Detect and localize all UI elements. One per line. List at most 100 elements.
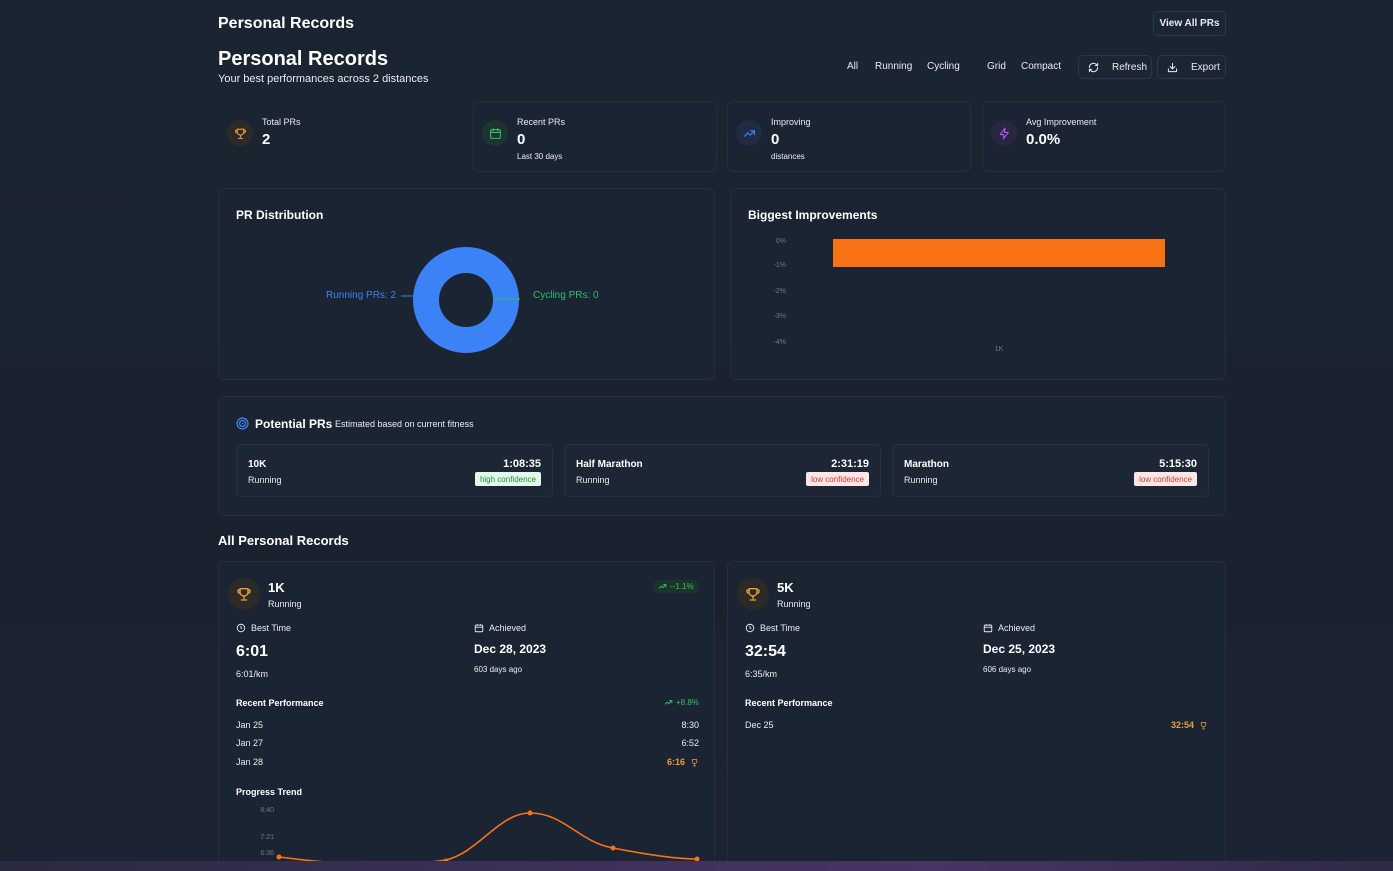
trophy-icon: [228, 578, 260, 610]
top-title: Personal Records: [218, 15, 355, 32]
record-card-5k[interactable]: 5K Running Best Time 32:54 6:35/km Achie…: [727, 561, 1226, 871]
stat-sub: distances: [771, 152, 805, 161]
record-sport: Running: [777, 599, 811, 609]
trophy-icon: [227, 120, 253, 146]
filter-running-button[interactable]: Running: [875, 61, 912, 72]
achieved-label: Achieved: [983, 623, 1035, 633]
trend-value: --1.1%: [670, 582, 694, 591]
record-card-1k[interactable]: 1K Running --1.1% Best Time 6:01 6:01/km…: [218, 561, 715, 871]
recent-date: Dec 25: [745, 720, 774, 730]
recent-date: Jan 28: [236, 757, 264, 767]
target-icon: [236, 417, 249, 430]
potential-pr-sport: Running: [576, 475, 610, 485]
x-tick-label: 1K: [995, 346, 1004, 353]
record-distance: 5K: [777, 580, 794, 595]
export-button[interactable]: Export: [1157, 55, 1226, 79]
stat-card-total-prs: Total PRs 2: [218, 101, 462, 172]
recent-best-time: 6:16: [667, 757, 699, 767]
stat-card-recent-prs: Recent PRs 0 Last 30 days: [473, 101, 717, 172]
page-subtitle: Your best performances across 2 distance…: [218, 73, 429, 85]
recent-trend: +8.8%: [659, 696, 704, 709]
y-tick-label: -4%: [774, 339, 786, 346]
recent-performance-title: Recent Performance: [236, 698, 324, 708]
trend-badge: --1.1%: [653, 580, 699, 593]
y-tick-label: 7:21: [260, 834, 274, 841]
pr-distribution-chart: [401, 247, 520, 353]
progress-trend-chart: 8:40 7:21 6:36: [260, 807, 700, 866]
refresh-label: Refresh: [1112, 61, 1148, 73]
clock-icon: [236, 623, 246, 633]
pr-distribution-panel: PR Distribution Running PRs: 2 Cycling P…: [218, 188, 715, 380]
trend-point: [527, 810, 533, 816]
recent-time: 8:30: [681, 720, 699, 730]
stat-sub: Last 30 days: [517, 152, 563, 161]
recent-time: 32:54: [1170, 720, 1194, 730]
recent-time: 6:16: [666, 757, 685, 767]
record-distance: 1K: [268, 580, 285, 595]
stat-label: Avg Improvement: [1026, 117, 1097, 127]
download-icon: [1167, 62, 1178, 72]
pie-label-cycling: Cycling PRs: 0: [533, 290, 599, 301]
stat-label: Improving: [771, 117, 811, 127]
achieved-date: Dec 25, 2023: [983, 642, 1056, 656]
stat-value: 0: [517, 131, 526, 148]
y-tick-label: -3%: [774, 313, 786, 320]
stat-card-improving: Improving 0 distances: [727, 101, 971, 172]
improvements-chart: 0% -1% -2% -3% -4% 1K: [774, 238, 1165, 353]
stat-value: 2: [262, 131, 271, 148]
potential-prs-subtitle: Estimated based on current fitness: [335, 419, 474, 429]
pace-value: 6:35/km: [745, 669, 778, 679]
stat-value: 0.0%: [1026, 131, 1061, 148]
potential-pr-name: Marathon: [904, 459, 949, 470]
export-label: Export: [1191, 61, 1220, 73]
bottom-bar: [0, 861, 1393, 871]
trophy-icon: [1200, 721, 1207, 729]
view-all-prs-button[interactable]: View All PRs: [1153, 11, 1226, 36]
potential-pr-time: 2:31:19: [831, 458, 869, 470]
clock-icon: [745, 623, 755, 633]
best-time-label: Best Time: [745, 623, 800, 633]
filter-cycling-button[interactable]: Cycling: [927, 61, 960, 72]
bar-1k: [833, 239, 1165, 267]
confidence-badge: low confidence: [806, 472, 869, 486]
y-tick-label: -1%: [774, 262, 786, 269]
view-compact-button[interactable]: Compact: [1021, 61, 1061, 72]
potential-pr-time: 5:15:30: [1159, 458, 1197, 470]
potential-pr-item: Marathon Running 5:15:30 low confidence: [892, 444, 1209, 497]
stat-label: Recent PRs: [517, 117, 566, 127]
trophy-icon: [691, 758, 698, 766]
recent-trend-value: +8.8%: [676, 698, 699, 707]
pace-value: 6:01/km: [236, 669, 269, 679]
y-tick-label: 6:36: [260, 850, 274, 857]
page-title: Personal Records: [218, 48, 389, 70]
view-grid-button[interactable]: Grid: [987, 61, 1006, 72]
trending-up-icon: [736, 120, 762, 146]
recent-best-time: 32:54: [1171, 720, 1208, 730]
potential-pr-name: 10K: [248, 459, 267, 470]
trend-line: [278, 812, 698, 866]
y-tick-label: 8:40: [260, 807, 274, 814]
achieved-label: Achieved: [474, 623, 526, 633]
pie-label-running: Running PRs: 2: [326, 290, 397, 301]
trending-up-icon: [658, 584, 667, 589]
record-sport: Running: [268, 599, 302, 609]
days-ago: 606 days ago: [983, 665, 1032, 674]
recent-time: 6:52: [681, 738, 699, 748]
filter-all-button[interactable]: All: [847, 61, 858, 72]
best-time-value: 32:54: [745, 643, 786, 660]
best-time-label-text: Best Time: [251, 623, 292, 633]
stat-card-avg-improvement: Avg Improvement 0.0%: [982, 101, 1226, 172]
potential-pr-name: Half Marathon: [576, 459, 643, 470]
trend-point: [610, 845, 616, 851]
progress-trend-title: Progress Trend: [236, 787, 303, 797]
potential-pr-sport: Running: [904, 475, 938, 485]
y-tick-label: -2%: [774, 288, 786, 295]
all-records-title: All Personal Records: [218, 533, 349, 548]
y-tick-label: 0%: [776, 238, 786, 245]
lightning-icon: [991, 120, 1017, 146]
refresh-button[interactable]: Refresh: [1078, 55, 1152, 79]
potential-pr-sport: Running: [248, 475, 282, 485]
confidence-badge: high confidence: [474, 472, 541, 486]
achieved-date: Dec 28, 2023: [474, 642, 547, 656]
recent-performance-title: Recent Performance: [745, 698, 833, 708]
